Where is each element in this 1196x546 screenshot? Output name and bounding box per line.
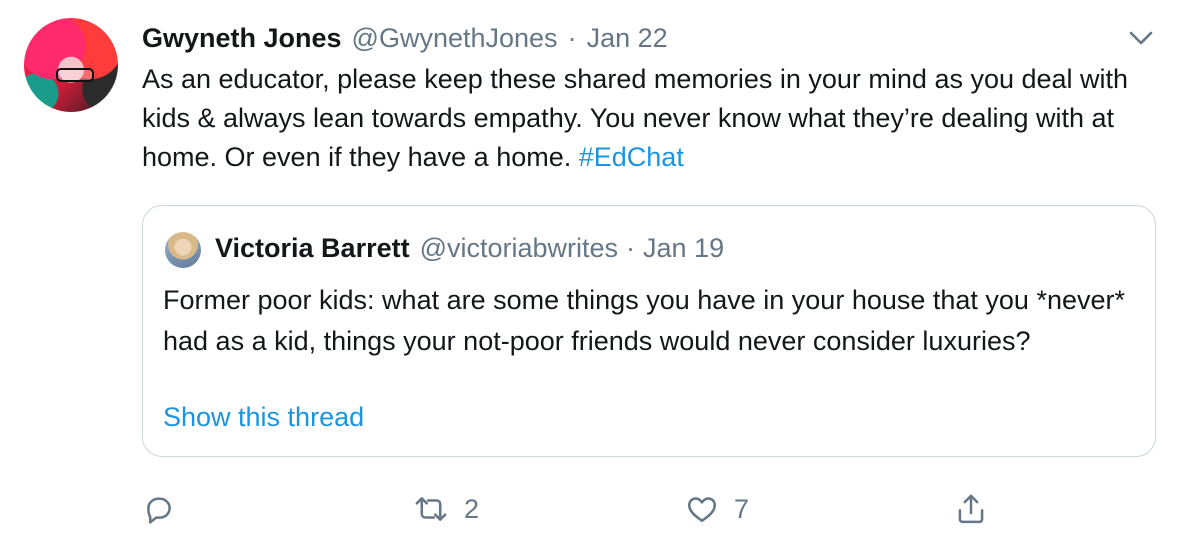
tweet-date[interactable]: Jan 22 — [587, 23, 668, 54]
quoted-author-handle: @victoriabwrites — [419, 232, 619, 263]
quoted-tweet-date: Jan 19 — [643, 232, 725, 263]
like-button[interactable]: 7 — [684, 486, 749, 532]
avatar-glasses — [56, 68, 94, 82]
show-thread-link[interactable]: Show this thread — [163, 402, 364, 433]
retweet-count: 2 — [464, 493, 480, 524]
heart-icon — [687, 497, 717, 523]
reply-button[interactable] — [142, 486, 176, 532]
retweet-icon — [415, 497, 447, 521]
tweet-text: As an educator, please keep these shared… — [142, 60, 1152, 177]
reply-icon — [147, 497, 171, 524]
tweet-header: Gwyneth Jones @GwynethJones · Jan 22 — [142, 20, 668, 56]
quoted-tweet-card[interactable]: Victoria Barrett @victoriabwrites · Jan … — [142, 205, 1156, 457]
hashtag-link[interactable]: #EdChat — [579, 142, 684, 172]
quoted-author-avatar — [165, 232, 201, 268]
quoted-tweet-text: Former poor kids: what are some things y… — [163, 285, 1126, 356]
tweet[interactable]: Gwyneth Jones @GwynethJones · Jan 22 As … — [0, 0, 1196, 546]
share-button[interactable] — [954, 486, 988, 532]
author-handle[interactable]: @GwynethJones — [352, 23, 558, 54]
author-name[interactable]: Gwyneth Jones — [142, 23, 342, 54]
share-icon — [958, 494, 984, 524]
author-avatar[interactable] — [24, 18, 118, 112]
tweet-actions: 2 7 — [0, 486, 1196, 532]
like-count: 7 — [734, 493, 750, 524]
separator-dot: · — [567, 22, 577, 53]
quoted-author-name: Victoria Barrett — [215, 232, 410, 263]
chevron-down-icon[interactable] — [1126, 26, 1156, 50]
quoted-tweet-header: Victoria Barrett @victoriabwrites · Jan … — [215, 230, 724, 266]
quoted-separator-dot: · — [626, 232, 636, 263]
retweet-button[interactable]: 2 — [412, 486, 479, 532]
